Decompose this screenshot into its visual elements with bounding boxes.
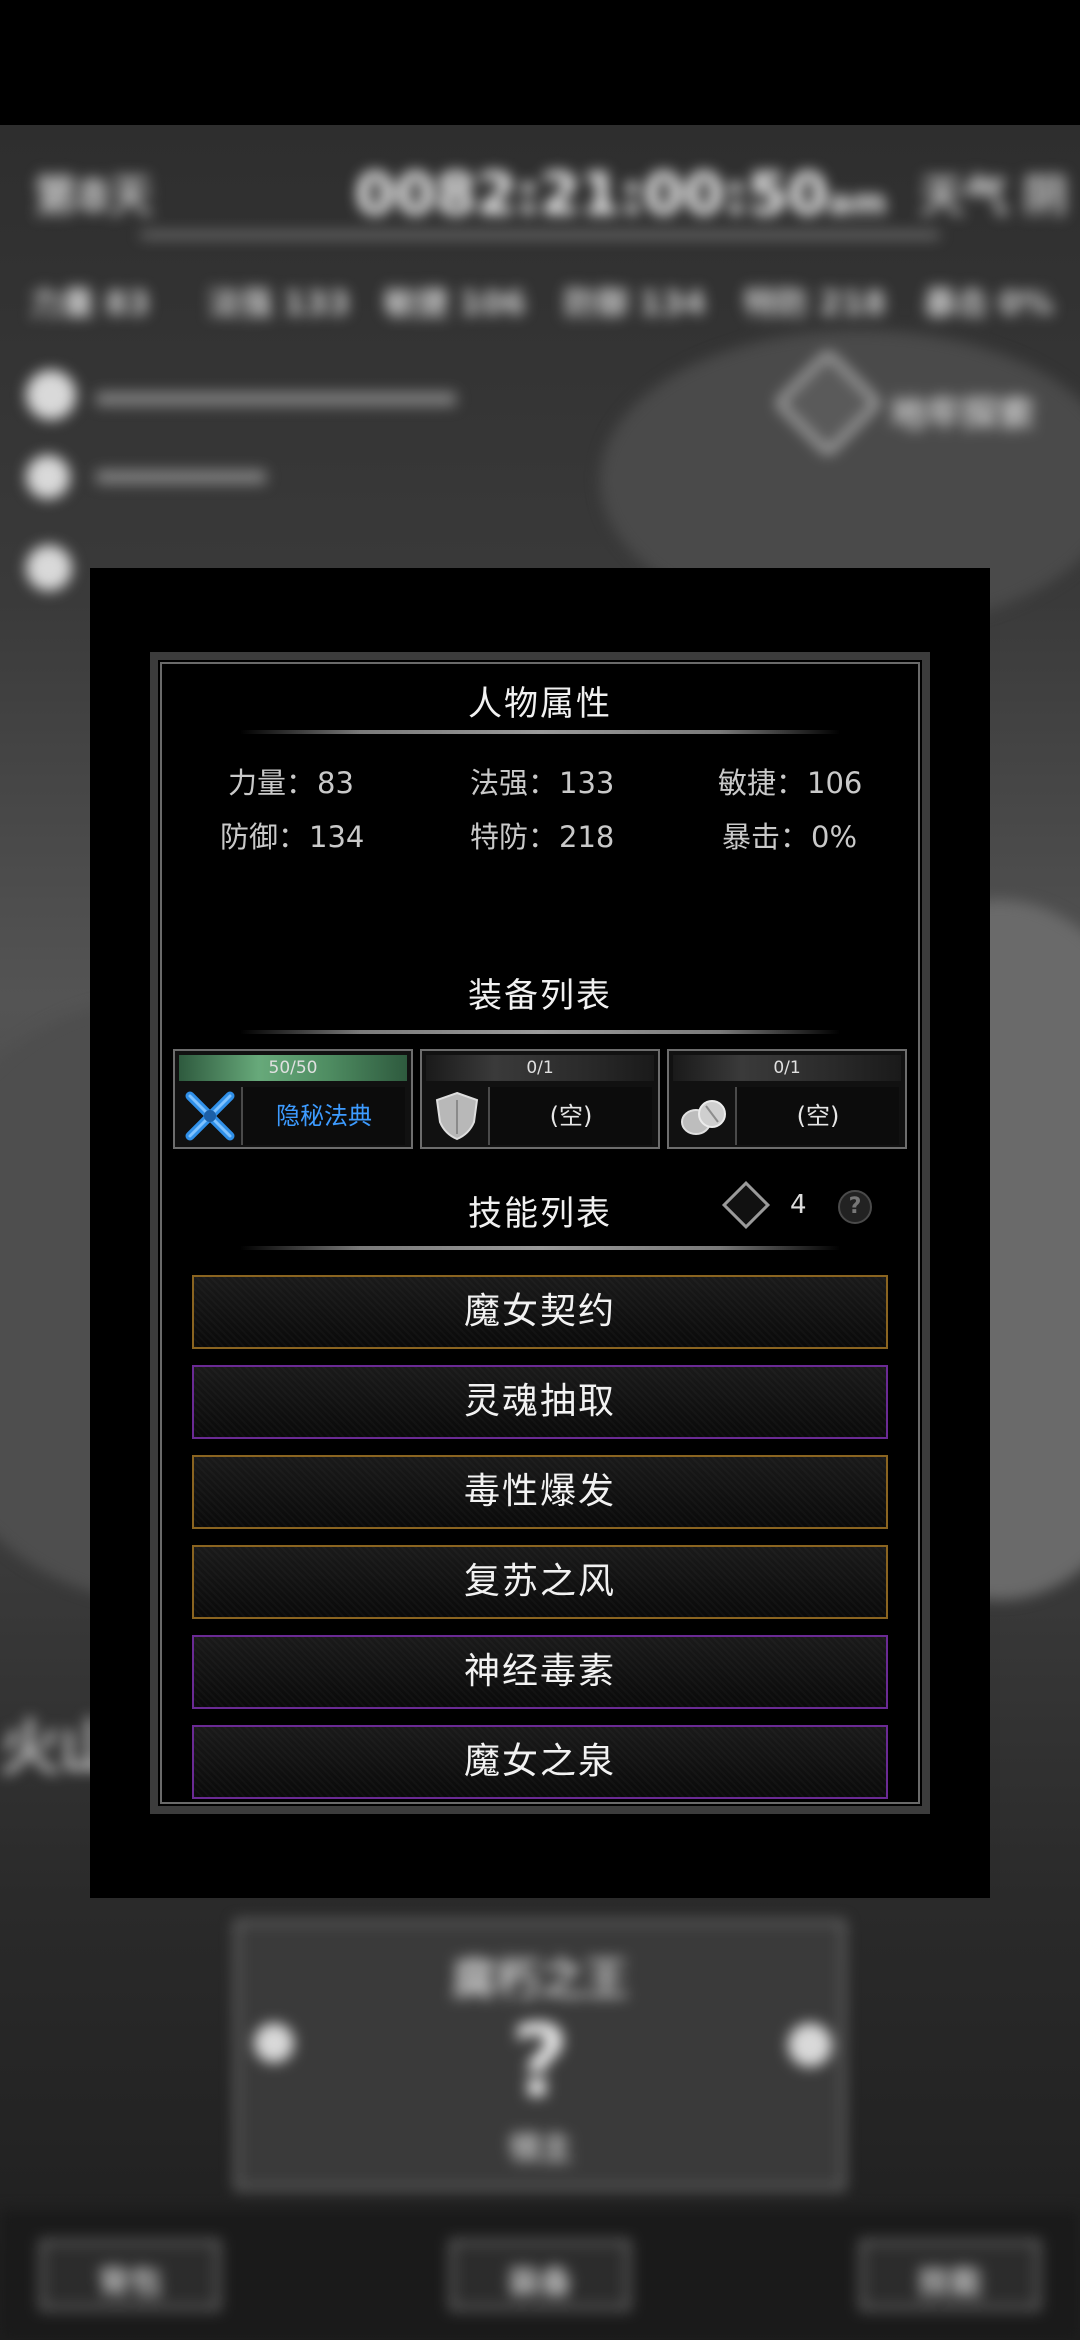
stat-strength-value: 83	[317, 766, 354, 800]
skill-item-6[interactable]: 魔女之泉	[192, 1725, 888, 1799]
stat-spell-power-label: 法强：	[470, 766, 558, 800]
stat-defense-value: 134	[309, 820, 365, 854]
skill-item-3[interactable]: 毒性爆发	[192, 1455, 888, 1529]
equipment-title: 装备列表	[468, 976, 612, 1016]
equip-slot-2-name: (空)	[488, 1087, 652, 1145]
shield-icon	[428, 1087, 486, 1145]
bg-stat-0: 力量 83	[30, 284, 150, 322]
status-icon	[26, 545, 72, 591]
equip-slot-1-name: 隐秘法典	[241, 1087, 405, 1145]
bg-stat-1: 法强 133	[208, 284, 350, 322]
dungeon-label: 地牢探索	[890, 394, 1035, 435]
boss-card-left-icon	[254, 2023, 294, 2063]
bottom-button-2[interactable]: 技能	[860, 2240, 1040, 2310]
equip-slot-1[interactable]: 50/50 隐秘法典	[173, 1049, 413, 1149]
bottom-button-1[interactable]: 装备	[450, 2240, 630, 2310]
heart-icon	[26, 370, 76, 420]
crossed-swords-icon	[181, 1087, 239, 1145]
game-clock-suffix: am	[828, 183, 887, 223]
bg-stat-5: 暴击 0%	[924, 284, 1054, 322]
stat-agility-label: 敏捷：	[718, 766, 806, 800]
stamina-bar	[96, 470, 266, 484]
equip-slot-2[interactable]: 0/1 (空)	[420, 1049, 660, 1149]
stat-spell-power: 法强：133	[470, 760, 614, 802]
stat-magic-defense: 特防：218	[470, 814, 614, 856]
game-clock-time: 0082:21:00:50	[355, 160, 829, 228]
bottom-button-2-label: 技能	[917, 2263, 982, 2301]
stat-strength: 力量：83	[228, 760, 354, 802]
equip-slot-2-counter: 0/1	[426, 1055, 654, 1081]
attributes-title-rule	[240, 730, 840, 734]
stat-magic-defense-label: 特防：	[470, 820, 558, 854]
bottom-button-0[interactable]: 背包	[40, 2240, 220, 2310]
day-label: 第8天	[34, 171, 153, 222]
skill-points-value: 4	[790, 1190, 807, 1220]
bg-stat-4: 特防 218	[744, 284, 886, 322]
skill-item-1[interactable]: 魔女契约	[192, 1275, 888, 1349]
attributes-title: 人物属性	[468, 684, 612, 724]
boss-card-question: ?	[510, 2003, 569, 2120]
stat-defense-label: 防御：	[220, 820, 308, 854]
equip-slot-3-name: (空)	[735, 1087, 899, 1145]
hp-bar	[96, 392, 456, 406]
skill-item-5[interactable]: 神经毒素	[192, 1635, 888, 1709]
skill-item-4[interactable]: 复苏之风	[192, 1545, 888, 1619]
boss-card-right-icon	[788, 2023, 832, 2067]
boss-card: 腐朽之王 ? 领主	[235, 1920, 845, 2190]
stat-magic-defense-value: 218	[559, 820, 615, 854]
stat-agility: 敏捷：106	[718, 760, 862, 802]
bottom-button-1-label: 装备	[507, 2263, 572, 2301]
bg-stat-2: 敏捷 106	[384, 284, 526, 322]
header-divider	[140, 232, 940, 238]
equip-slot-3-counter: 0/1	[673, 1055, 901, 1081]
stat-agility-value: 106	[807, 766, 863, 800]
equipment-title-rule	[240, 1030, 840, 1034]
stat-spell-power-value: 133	[559, 766, 615, 800]
stat-defense: 防御：134	[220, 814, 364, 856]
skill-item-2[interactable]: 灵魂抽取	[192, 1365, 888, 1439]
stat-crit-label: 暴击：	[722, 820, 810, 854]
skills-title: 技能列表	[468, 1194, 612, 1234]
skills-title-rule	[240, 1246, 840, 1250]
help-icon[interactable]: ?	[838, 1190, 872, 1224]
stones-icon	[675, 1087, 733, 1145]
weather-label: 天气 阴	[920, 171, 1068, 222]
bg-stat-3: 防御 134	[564, 284, 706, 322]
stat-crit: 暴击：0%	[722, 814, 857, 856]
equip-slot-3[interactable]: 0/1 (空)	[667, 1049, 907, 1149]
game-clock: 0082:21:00:50am	[355, 160, 887, 228]
bottom-button-0-label: 背包	[97, 2263, 162, 2301]
boss-card-sub: 领主	[507, 2129, 572, 2167]
equip-slot-1-counter: 50/50	[179, 1055, 407, 1081]
stat-strength-label: 力量：	[228, 766, 316, 800]
arm-icon	[26, 455, 70, 499]
boss-card-title: 腐朽之王	[452, 1954, 628, 2005]
stat-crit-value: 0%	[811, 820, 858, 854]
